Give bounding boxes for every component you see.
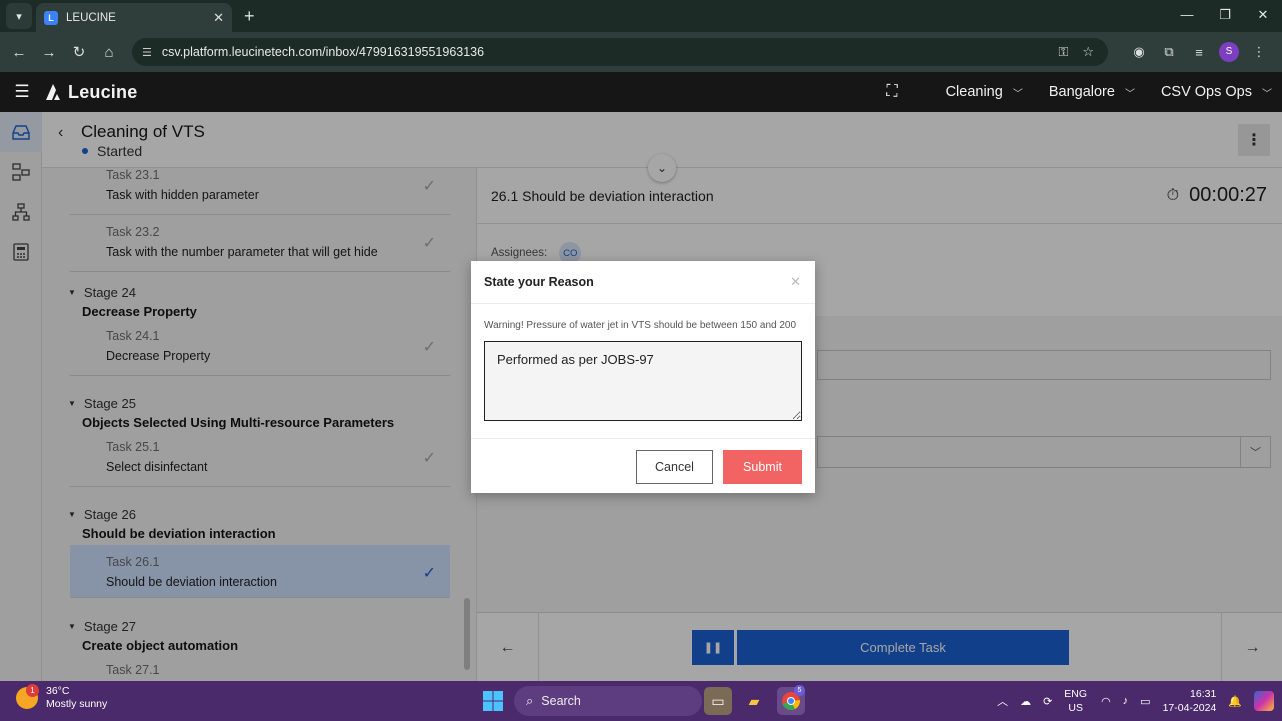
- dropdown-label: Bangalore: [1048, 84, 1115, 100]
- submit-button[interactable]: Submit: [723, 450, 802, 484]
- window-controls: — ❐ ✕: [1168, 0, 1282, 32]
- close-icon[interactable]: ✕: [790, 274, 801, 290]
- date: 17-04-2024: [1162, 702, 1217, 714]
- weather-condition: Mostly sunny: [46, 698, 108, 710]
- profile-avatar[interactable]: S: [1219, 42, 1239, 62]
- cancel-button[interactable]: Cancel: [636, 450, 713, 484]
- lang-bottom: US: [1068, 702, 1083, 714]
- media-controls-icon[interactable]: ≡: [1184, 45, 1214, 60]
- leucine-favicon-icon: L: [44, 10, 58, 25]
- leucine-logo-icon: [46, 84, 60, 100]
- forward-arrow-icon[interactable]: →: [34, 44, 64, 61]
- extensions-puzzle-icon[interactable]: ⧉: [1154, 44, 1184, 60]
- tray-overflow-icon[interactable]: ︿: [997, 693, 1008, 709]
- tab-search-chevron-icon[interactable]: ▾: [6, 3, 32, 29]
- temperature: 36°C: [46, 685, 70, 697]
- volume-icon[interactable]: ♪: [1123, 695, 1129, 707]
- app-header: ☰ Leucine ⛶ Cleaning ﹀ Bangalore ﹀ CSV O…: [0, 72, 1282, 112]
- copilot-icon[interactable]: [1254, 691, 1274, 711]
- chevron-down-icon: ﹀: [1262, 88, 1272, 100]
- hamburger-menu-icon[interactable]: ☰: [0, 82, 44, 102]
- new-tab-button[interactable]: +: [244, 6, 255, 27]
- close-window-button[interactable]: ✕: [1244, 0, 1282, 32]
- windows-start-icon[interactable]: [482, 690, 504, 712]
- leucine-logo: Leucine: [44, 82, 137, 103]
- brand-name: Leucine: [68, 81, 138, 102]
- minimize-button[interactable]: —: [1168, 0, 1206, 32]
- reason-textarea[interactable]: [484, 341, 802, 421]
- sun-icon: 1: [16, 684, 39, 709]
- modal-title: State your Reason: [484, 275, 594, 289]
- clock[interactable]: 16:31 17-04-2024: [1163, 687, 1217, 715]
- warning-message: Warning! Pressure of water jet in VTS sh…: [484, 320, 797, 331]
- browser-menu-icon[interactable]: ⋮: [1244, 44, 1274, 60]
- header-right: ⛶ Cleaning ﹀ Bangalore ﹀ CSV Ops Ops ﹀: [886, 72, 1272, 112]
- url-text: csv.platform.leucinetech.com/inbox/47991…: [161, 45, 485, 59]
- reload-icon[interactable]: ↻: [64, 43, 94, 61]
- dropdown-label: CSV Ops Ops: [1160, 84, 1252, 100]
- modal-footer: Cancel Submit: [471, 438, 815, 493]
- facility-dropdown-cleaning[interactable]: Cleaning ﹀: [946, 84, 1023, 100]
- password-key-icon[interactable]: ⚿: [1058, 44, 1068, 60]
- os-taskbar: 1 36°C Mostly sunny ⌕ Search ▭ ▰ 5 ︿ ☁ ⟳…: [0, 681, 1282, 721]
- back-arrow-icon[interactable]: ←: [4, 44, 34, 61]
- tab-title: LEUCINE: [66, 11, 116, 24]
- battery-icon[interactable]: ▭: [1140, 695, 1150, 708]
- location-dropdown[interactable]: Bangalore ﹀: [1049, 84, 1135, 100]
- home-icon[interactable]: ⌂: [94, 44, 124, 61]
- chevron-down-icon: ﹀: [1012, 88, 1023, 100]
- sync-icon[interactable]: ⟳: [1043, 695, 1052, 708]
- file-explorer-icon[interactable]: ▰: [740, 687, 768, 715]
- weather-widget[interactable]: 1 36°C Mostly sunny: [16, 684, 108, 711]
- onedrive-icon[interactable]: ☁: [1020, 695, 1031, 708]
- search-icon: ⌕: [526, 693, 534, 708]
- maximize-button[interactable]: ❐: [1206, 0, 1244, 32]
- browser-toolbar: ← → ↻ ⌂ ☰ csv.platform.leucinetech.com/i…: [0, 32, 1282, 72]
- lang-top: ENG: [1064, 688, 1088, 700]
- dropdown-label: Cleaning: [945, 84, 1003, 100]
- chevron-down-icon: ﹀: [1124, 88, 1135, 100]
- site-info-icon[interactable]: ☰: [142, 46, 152, 59]
- notification-bell-icon[interactable]: 🔔: [1228, 695, 1242, 708]
- chrome-badge: 5: [794, 685, 805, 696]
- user-dropdown[interactable]: CSV Ops Ops ﹀: [1161, 84, 1272, 100]
- address-bar[interactable]: ☰ csv.platform.leucinetech.com/inbox/479…: [132, 38, 1108, 66]
- bookmark-star-icon[interactable]: ☆: [1082, 44, 1094, 60]
- browser-tab[interactable]: L LEUCINE ✕: [36, 3, 232, 32]
- wifi-icon[interactable]: ◠: [1101, 695, 1111, 708]
- tab-close-icon[interactable]: ✕: [213, 10, 224, 26]
- time: 16:31: [1190, 688, 1217, 700]
- browser-tab-bar: ▾ L LEUCINE ✕ + — ❐ ✕: [0, 0, 1282, 32]
- reason-modal: State your Reason ✕ Warning! Pressure of…: [471, 261, 815, 493]
- extension-icons: ◉ ⧉ ≡ S ⋮: [1124, 32, 1274, 72]
- modal-header: State your Reason ✕: [471, 261, 815, 304]
- search-label: Search: [541, 694, 581, 708]
- weather-badge: 1: [26, 684, 39, 697]
- scan-icon[interactable]: ⛶: [886, 83, 897, 101]
- language-indicator[interactable]: ENG US: [1064, 687, 1087, 715]
- camera-extension-icon[interactable]: ◉: [1124, 44, 1154, 60]
- system-tray: ︿ ☁ ⟳ ENG US ◠ ♪ ▭ 16:31 17-04-2024 🔔: [997, 681, 1282, 721]
- task-view-icon[interactable]: ▭: [704, 687, 732, 715]
- taskbar-search[interactable]: ⌕ Search: [514, 686, 702, 716]
